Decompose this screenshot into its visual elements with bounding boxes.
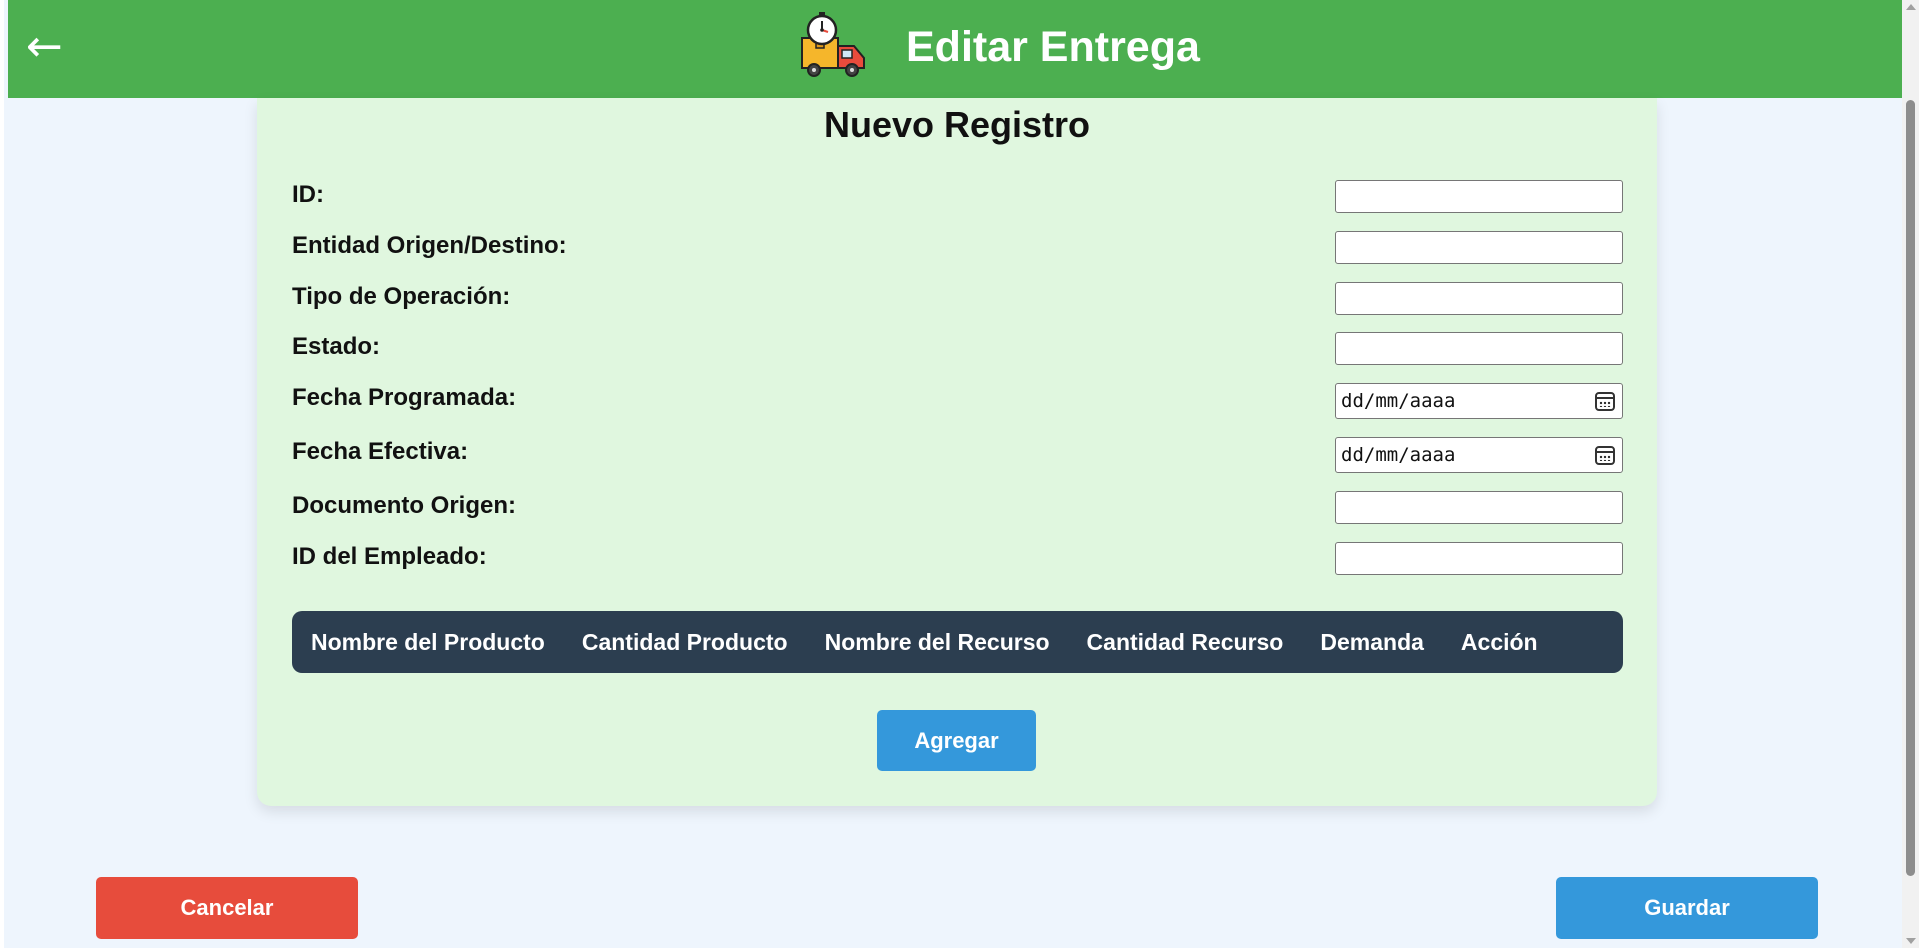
scrollbar-thumb[interactable] [1906,100,1915,876]
id-input[interactable] [1335,180,1623,213]
back-arrow-button[interactable]: ← [26,22,63,72]
form-row-id: ID: [292,180,1623,216]
effective-date-input[interactable]: dd/mm/aaaa [1335,437,1623,473]
form-row-scheduled-date: Fecha Programada: dd/mm/aaaa [292,383,1623,419]
calendar-icon[interactable] [1595,392,1615,411]
page: ← Editar Entrega Nuevo Registro ID: Enti… [0,0,1919,948]
delivery-truck-clock-icon [801,12,865,77]
vertical-scrollbar[interactable] [1902,0,1919,948]
employee-id-input[interactable] [1335,542,1623,575]
column-header-resource-name: Nombre del Recurso [824,628,1050,655]
items-table-header: Nombre del Producto Cantidad Producto No… [292,611,1623,673]
entity-label: Entidad Origen/Destino: [292,232,567,259]
form-row-status: Estado: [292,332,1623,368]
scheduled-date-placeholder: dd/mm/aaaa [1341,390,1456,412]
source-document-label: Documento Origen: [292,492,517,519]
operation-type-input[interactable] [1335,282,1623,315]
operation-type-label: Tipo de Operación: [292,283,511,310]
column-header-product-quantity: Cantidad Producto [581,628,788,655]
form-row-entity: Entidad Origen/Destino: [292,231,1623,267]
column-header-demand: Demanda [1320,628,1424,655]
form-title: Nuevo Registro [823,104,1091,145]
form-row-employee-id: ID del Empleado: [292,542,1623,578]
employee-id-label: ID del Empleado: [292,543,487,570]
form-row-source-document: Documento Origen: [292,491,1623,527]
page-title: Editar Entrega [906,23,1200,71]
effective-date-label: Fecha Efectiva: [292,438,469,465]
scroll-up-arrow-icon[interactable] [1906,4,1916,10]
calendar-icon[interactable] [1595,446,1615,465]
entity-input[interactable] [1335,231,1623,264]
save-button[interactable]: Guardar [1556,877,1818,939]
form-row-operation-type: Tipo de Operación: [292,282,1623,318]
status-label: Estado: [292,333,381,360]
status-input[interactable] [1335,332,1623,365]
cancel-button[interactable]: Cancelar [96,877,358,939]
column-header-action: Acción [1460,628,1538,655]
column-header-resource-quantity: Cantidad Recurso [1086,628,1284,655]
effective-date-placeholder: dd/mm/aaaa [1341,444,1456,466]
scheduled-date-label: Fecha Programada: [292,384,517,411]
add-row-button[interactable]: Agregar [877,710,1036,771]
column-header-product-name: Nombre del Producto [311,628,545,655]
app-header: ← Editar Entrega [8,0,1906,98]
id-label: ID: [292,181,324,208]
scroll-down-arrow-icon[interactable] [1906,938,1916,944]
scheduled-date-input[interactable]: dd/mm/aaaa [1335,383,1623,419]
form-row-effective-date: Fecha Efectiva: dd/mm/aaaa [292,437,1623,473]
source-document-input[interactable] [1335,491,1623,524]
